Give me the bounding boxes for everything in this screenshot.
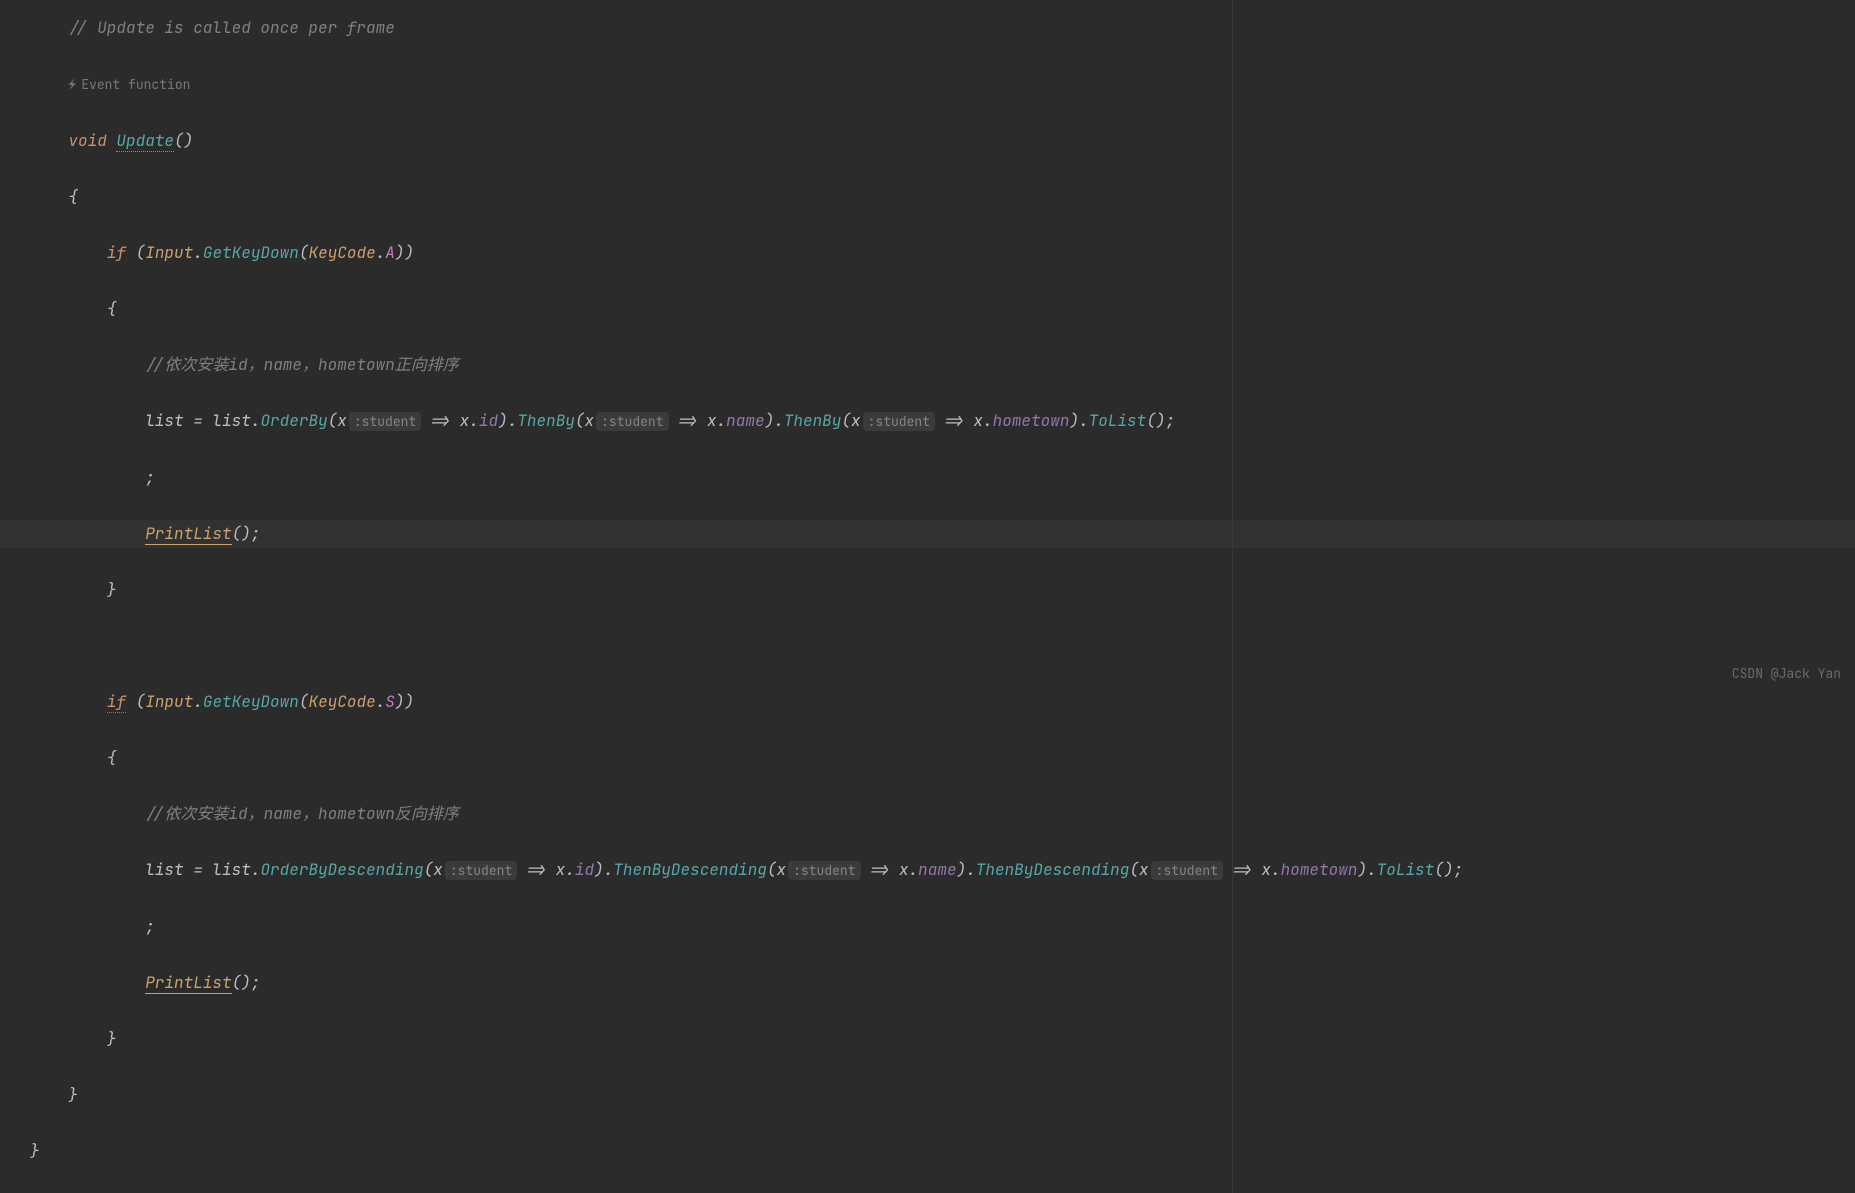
method-tolist: ToList [1089, 410, 1147, 431]
method-getkeydown: GetKeyDown [203, 691, 299, 712]
method-thenby: ThenBy [784, 410, 842, 431]
code-line: // Update is called once per frame [30, 14, 1855, 42]
key-s: S [385, 691, 395, 712]
code-line: PrintList(); [30, 969, 1855, 997]
enum-keycode: KeyCode [308, 691, 375, 712]
key-a: A [385, 242, 395, 263]
code-line: if (Input.GetKeyDown(KeyCode.S)) [30, 688, 1855, 716]
param-hint: :student [349, 412, 421, 431]
code-line: ; [30, 913, 1855, 941]
code-line: ; [30, 464, 1855, 492]
code-line [30, 632, 1855, 660]
keyword-void: void [68, 130, 106, 151]
method-thenbydesc: ThenByDescending [613, 859, 767, 880]
method-thenbydesc: ThenByDescending [976, 859, 1130, 880]
code-line: //依次安装id，name，hometown反向排序 [30, 800, 1855, 828]
code-line: if (Input.GetKeyDown(KeyCode.A)) [30, 239, 1855, 267]
method-getkeydown: GetKeyDown [203, 242, 299, 263]
code-line-highlighted: PrintList(); [0, 520, 1855, 548]
method-thenby: ThenBy [517, 410, 575, 431]
comment: // Update is called once per frame [68, 17, 394, 38]
param-hint: :student [1151, 861, 1223, 880]
code-line: //依次安装id，name，hometown正向排序 [30, 351, 1855, 379]
code-line: { [30, 744, 1855, 772]
param-hint: :student [445, 861, 517, 880]
code-line: ⚡Event function [30, 70, 1855, 99]
code-line: } [30, 576, 1855, 604]
method-orderbydesc: OrderByDescending [260, 859, 423, 880]
event-function-hint: ⚡Event function [68, 71, 190, 99]
comment-asc: //依次安装id，name，hometown正向排序 [145, 354, 459, 375]
param-hint: :student [863, 412, 935, 431]
code-line: { [30, 183, 1855, 211]
code-line: list = list.OrderBy(x:student => x.id).T… [30, 407, 1855, 436]
method-orderby: OrderBy [260, 410, 327, 431]
class-input: Input [145, 242, 193, 263]
code-line: } [30, 1025, 1855, 1053]
method-printlist: PrintList [145, 523, 231, 545]
watermark: CSDN @Jack Yan [1732, 665, 1841, 682]
class-input: Input [145, 691, 193, 712]
enum-keycode: KeyCode [308, 242, 375, 263]
code-line: } [30, 1137, 1855, 1165]
comment-desc: //依次安装id，name，hometown反向排序 [145, 803, 459, 824]
code-line: } [30, 1081, 1855, 1109]
code-line: { [30, 295, 1855, 323]
code-line: void Update() [30, 127, 1855, 155]
method-tolist: ToList [1377, 859, 1435, 880]
keyword-if: if [107, 242, 126, 263]
code-editor[interactable]: // Update is called once per frame ⚡Even… [0, 0, 1855, 1193]
code-line: list = list.OrderByDescending(x:student … [30, 856, 1855, 885]
param-hint: :student [596, 412, 668, 431]
param-hint: :student [788, 861, 860, 880]
right-margin-guide [1232, 0, 1233, 1193]
method-update: Update [116, 130, 174, 152]
keyword-if: if [107, 691, 126, 713]
flame-icon: ⚡ [68, 71, 76, 99]
method-printlist: PrintList [145, 972, 231, 994]
